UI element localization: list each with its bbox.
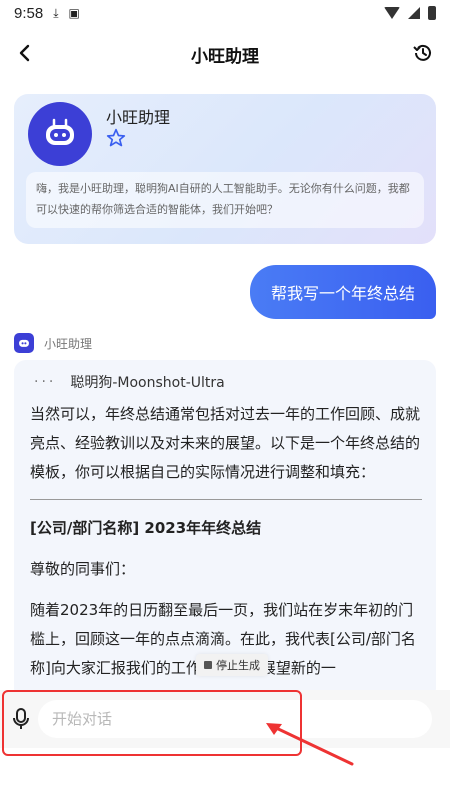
model-name: 聪明狗-Moonshot-Ultra [70,375,225,391]
assistant-intro-card: 小旺助理 嗨，我是小旺助理，聪明狗AI自研的人工智能助手。无论你有什么问题，我都… [14,94,436,244]
assistant-name: 小旺助理 [106,108,171,127]
user-message-text: 帮我写一个年终总结 [270,284,415,303]
history-button[interactable] [408,38,438,68]
bot-answer-card: ··· 聪明狗-Moonshot-Ultra 当然可以，年终总结通常包括对过去一… [14,360,436,700]
answer-heading: [公司/部门名称] 2023年年终总结 [30,519,262,537]
answer-greeting: 尊敬的同事们： [30,560,136,578]
assistant-description: 嗨，我是小旺助理，聪明狗AI自研的人工智能助手。无论你有什么问题，我都可以快速的… [26,172,424,228]
stop-generating-button[interactable]: 停止生成 [196,654,268,676]
robot-icon [19,339,29,347]
input-bar [0,690,450,748]
user-message-bubble: 帮我写一个年终总结 [250,265,436,319]
loading-dots-icon: ··· [34,374,57,390]
cellular-signal-icon [408,7,420,19]
robot-icon [46,118,74,145]
favorite-button[interactable] [106,128,128,150]
status-time: 9:58 [14,4,44,22]
chat-input[interactable] [38,700,432,738]
back-arrow-icon [19,44,30,62]
star-icon [106,128,126,147]
bot-label: 小旺助理 [14,333,92,353]
assistant-avatar [28,102,92,166]
top-navbar: 小旺助理 [0,26,450,82]
voice-input-button[interactable] [8,706,34,732]
history-icon [413,44,431,61]
answer-body: 当然可以，年终总结通常包括对过去一年的工作回顾、成就亮点、经验教训以及对未来的展… [30,400,422,695]
wifi-icon [384,7,400,19]
download-icon: ⤓ [53,5,59,20]
page-title: 小旺助理 [191,46,259,67]
stop-generating-label: 停止生成 [216,659,260,672]
microphone-icon [13,708,29,729]
notification-icon: ▣ [68,6,80,20]
stop-icon [204,661,212,669]
back-button[interactable] [10,38,40,68]
bot-name: 小旺助理 [44,336,93,351]
status-bar: 9:58 ⤓ ▣ [0,0,450,26]
divider [30,499,422,500]
battery-icon [428,6,436,20]
answer-paragraph: 当然可以，年终总结通常包括对过去一年的工作回顾、成就亮点、经验教训以及对未来的展… [30,405,421,481]
model-row: ··· 聪明狗-Moonshot-Ultra [34,372,225,392]
bot-mini-avatar [14,333,34,353]
